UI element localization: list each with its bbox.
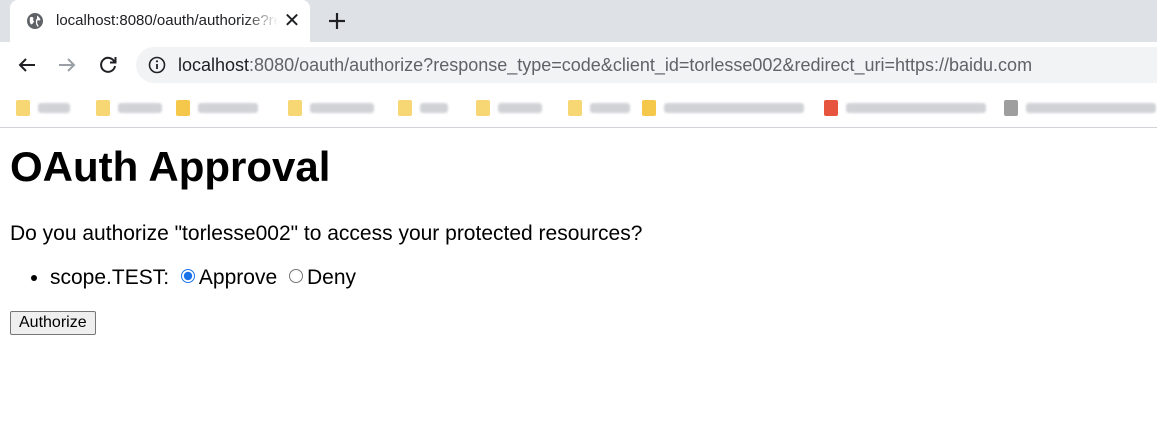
back-arrow-icon[interactable]: [15, 53, 39, 77]
info-icon[interactable]: [148, 56, 166, 74]
authorization-question: Do you authorize "torlesse002" to access…: [10, 222, 643, 245]
folder-icon: [16, 100, 30, 116]
folder-icon: [288, 100, 302, 116]
bookmark-item[interactable]: [476, 98, 542, 118]
globe-icon: [27, 13, 43, 29]
toolbar: localhost:8080/oauth/authorize?response_…: [0, 42, 1157, 88]
bookmark-icon: [176, 100, 190, 116]
authorize-button[interactable]: Authorize: [10, 311, 96, 335]
reload-icon[interactable]: [96, 53, 120, 77]
deny-label[interactable]: Deny: [307, 266, 356, 289]
bookmark-icon: [824, 100, 838, 116]
bookmark-item[interactable]: [642, 98, 804, 118]
approve-radio[interactable]: [180, 269, 195, 283]
bookmark-item[interactable]: [824, 98, 986, 118]
bookmark-item[interactable]: [176, 98, 258, 118]
approve-label[interactable]: Approve: [199, 266, 277, 289]
tab-strip: localhost:8080/oauth/authorize?response_…: [0, 0, 1157, 42]
url-text[interactable]: localhost:8080/oauth/authorize?response_…: [178, 55, 1032, 76]
forward-arrow-icon[interactable]: [55, 53, 79, 77]
bookmark-item[interactable]: [1004, 98, 1156, 118]
active-tab[interactable]: localhost:8080/oauth/authorize?response_…: [10, 0, 310, 42]
url-host: localhost: [178, 55, 250, 75]
scope-list: scope.TEST: Approve Deny: [10, 265, 1157, 291]
folder-icon: [476, 100, 490, 116]
folder-icon: [96, 100, 110, 116]
approval-form: scope.TEST: Approve Deny Authorize: [10, 265, 1157, 335]
bookmark-icon: [642, 100, 656, 116]
new-tab-icon[interactable]: [324, 8, 350, 34]
bookmarks-bar: [0, 88, 1157, 128]
bookmark-item[interactable]: [16, 98, 70, 118]
bookmark-icon: [1004, 100, 1018, 116]
bookmark-item[interactable]: [398, 98, 448, 118]
page-content: OAuth Approval Do you authorize "torless…: [10, 129, 1157, 335]
folder-icon: [568, 100, 582, 116]
folder-icon: [398, 100, 412, 116]
scope-item: scope.TEST: Approve Deny: [50, 265, 1157, 291]
bookmark-item[interactable]: [96, 98, 162, 118]
page-title: OAuth Approval: [10, 143, 331, 190]
browser-window: localhost:8080/oauth/authorize?response_…: [0, 0, 1157, 440]
url-path: :8080/oauth/authorize?response_type=code…: [249, 55, 1033, 75]
close-tab-icon[interactable]: ✕: [282, 11, 302, 31]
tab-title: localhost:8080/oauth/authorize?response_…: [56, 12, 278, 29]
bookmark-item[interactable]: [568, 98, 630, 118]
bookmark-item[interactable]: [288, 98, 374, 118]
address-bar[interactable]: localhost:8080/oauth/authorize?response_…: [136, 47, 1157, 83]
scope-label: scope.TEST:: [50, 266, 170, 289]
deny-radio[interactable]: [288, 269, 303, 283]
